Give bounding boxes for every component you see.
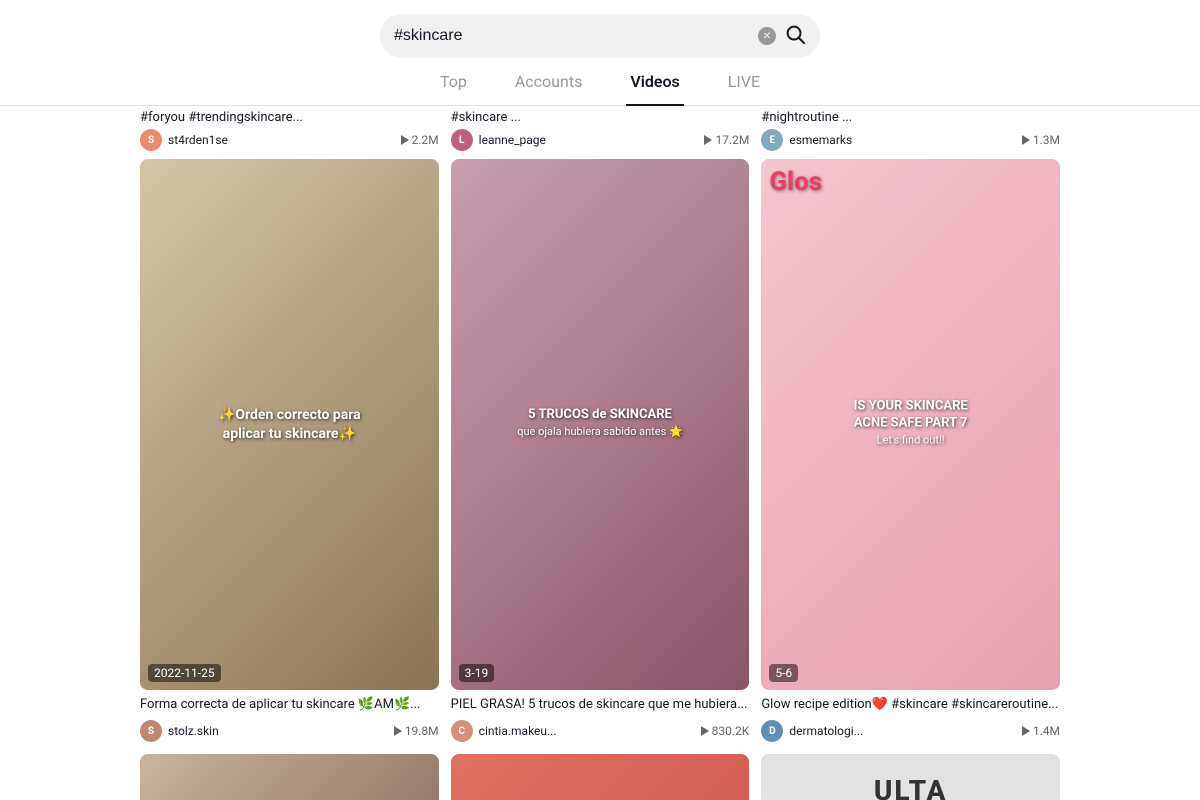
video-thumbnail-2: 5 TRUCOS de SKINCAREque ojala hubiera sa… [451,159,750,690]
play-icon-3 [1022,135,1030,145]
thumb-overlay-2: 5 TRUCOS de SKINCAREque ojala hubiera sa… [466,408,735,442]
ulta-text: ULTA [874,774,948,800]
avatar-3: E [761,129,783,151]
video-thumbnail-4: Please do brown 🤎🤎🤎 Brown skincare routi… [140,754,439,800]
play-count-v1: 19.8M [394,724,439,738]
video-row-1: ✨Orden correcto paraaplicar tu skincare✨… [140,159,1060,742]
play-count-1: 2.2M [401,133,439,147]
play-icon-2 [704,135,712,145]
content-area: #foryou #trendingskincare... S st4rden1s… [120,106,1080,800]
video-title-2: PIEL GRASA! 5 trucos de skincare que me … [451,696,750,714]
avatar-1: S [140,129,162,151]
username-3: esmemarks [789,133,1016,147]
search-icon[interactable] [784,23,806,49]
video-card-1[interactable]: ✨Orden correcto paraaplicar tu skincare✨… [140,159,439,742]
video-thumbnail-3: IS YOUR SKINCAREACNE SAFE PART 7Let's fi… [761,159,1060,690]
tab-top[interactable]: Top [436,58,471,105]
partial-hashtag-1: #foryou #trendingskincare... [140,110,439,125]
video-card-3[interactable]: IS YOUR SKINCAREACNE SAFE PART 7Let's fi… [761,159,1060,742]
partial-card-2[interactable]: #skincare ... L leanne_page 17.2M [451,110,750,151]
partial-row: #foryou #trendingskincare... S st4rden1s… [140,106,1060,151]
play-icon-v2 [701,726,709,736]
partial-card-1[interactable]: #foryou #trendingskincare... S st4rden1s… [140,110,439,151]
avatar-2: L [451,129,473,151]
video-card-5[interactable]: Cartman Skincare 😶 4-3 [451,754,750,800]
glos-text: Glos [769,167,822,197]
video-title-3: Glow recipe edition❤️ #skincare #skincar… [761,696,1060,714]
video-thumbnail-5: Cartman Skincare 😶 4-3 [451,754,750,800]
play-icon-1 [401,135,409,145]
search-bar-container [0,0,1200,58]
card-meta-v2: C cintia.makeu... 830.2K [451,720,750,742]
card-meta-3: E esmemarks 1.3M [761,129,1060,151]
thumb-overlay-3: IS YOUR SKINCAREACNE SAFE PART 7Let's fi… [776,399,1045,450]
video-row-2: Please do brown 🤎🤎🤎 Brown skincare routi… [140,754,1060,800]
search-bar [380,14,820,58]
username-v2: cintia.makeu... [479,724,695,738]
clear-icon[interactable] [758,27,776,45]
tab-videos[interactable]: Videos [626,58,683,105]
video-badge-1: 2022-11-25 [148,664,221,682]
video-badge-2: 3-19 [459,664,495,682]
username-v1: stolz.skin [168,724,388,738]
video-card-6[interactable]: ULTA ulta skincare you should AVOID(medi… [761,754,1060,800]
avatar-v2: C [451,720,473,742]
thumb-overlay-1: ✨Orden correcto paraaplicar tu skincare✨ [155,406,424,442]
play-icon-v1 [394,726,402,736]
play-count-2: 17.2M [704,133,749,147]
username-2: leanne_page [479,133,699,147]
tab-accounts[interactable]: Accounts [511,58,586,105]
username-v3: dermatologi... [789,724,1016,738]
username-1: st4rden1se [168,133,395,147]
partial-card-3[interactable]: #nightroutine ... E esmemarks 1.3M [761,110,1060,151]
search-input[interactable] [394,27,750,45]
card-meta-2: L leanne_page 17.2M [451,129,750,151]
partial-hashtag-2: #skincare ... [451,110,750,125]
video-title-1: Forma correcta de aplicar tu skincare 🌿A… [140,696,439,714]
card-meta-v3: D dermatologi... 1.4M [761,720,1060,742]
tab-live[interactable]: LIVE [724,58,764,105]
play-count-v2: 830.2K [701,724,750,738]
avatar-v1: S [140,720,162,742]
play-count-3: 1.3M [1022,133,1060,147]
card-meta-1: S st4rden1se 2.2M [140,129,439,151]
avatar-v3: D [761,720,783,742]
video-thumbnail-1: ✨Orden correcto paraaplicar tu skincare✨… [140,159,439,690]
card-meta-v1: S stolz.skin 19.8M [140,720,439,742]
video-card-4[interactable]: Please do brown 🤎🤎🤎 Brown skincare routi… [140,754,439,800]
play-count-v3: 1.4M [1022,724,1060,738]
play-icon-v3 [1022,726,1030,736]
tabs-container: Top Accounts Videos LIVE [0,58,1200,106]
video-badge-3: 5-6 [769,664,798,682]
partial-hashtag-3: #nightroutine ... [761,110,1060,125]
video-card-2[interactable]: 5 TRUCOS de SKINCAREque ojala hubiera sa… [451,159,750,742]
video-thumbnail-6: ULTA ulta skincare you should AVOID(medi… [761,754,1060,800]
